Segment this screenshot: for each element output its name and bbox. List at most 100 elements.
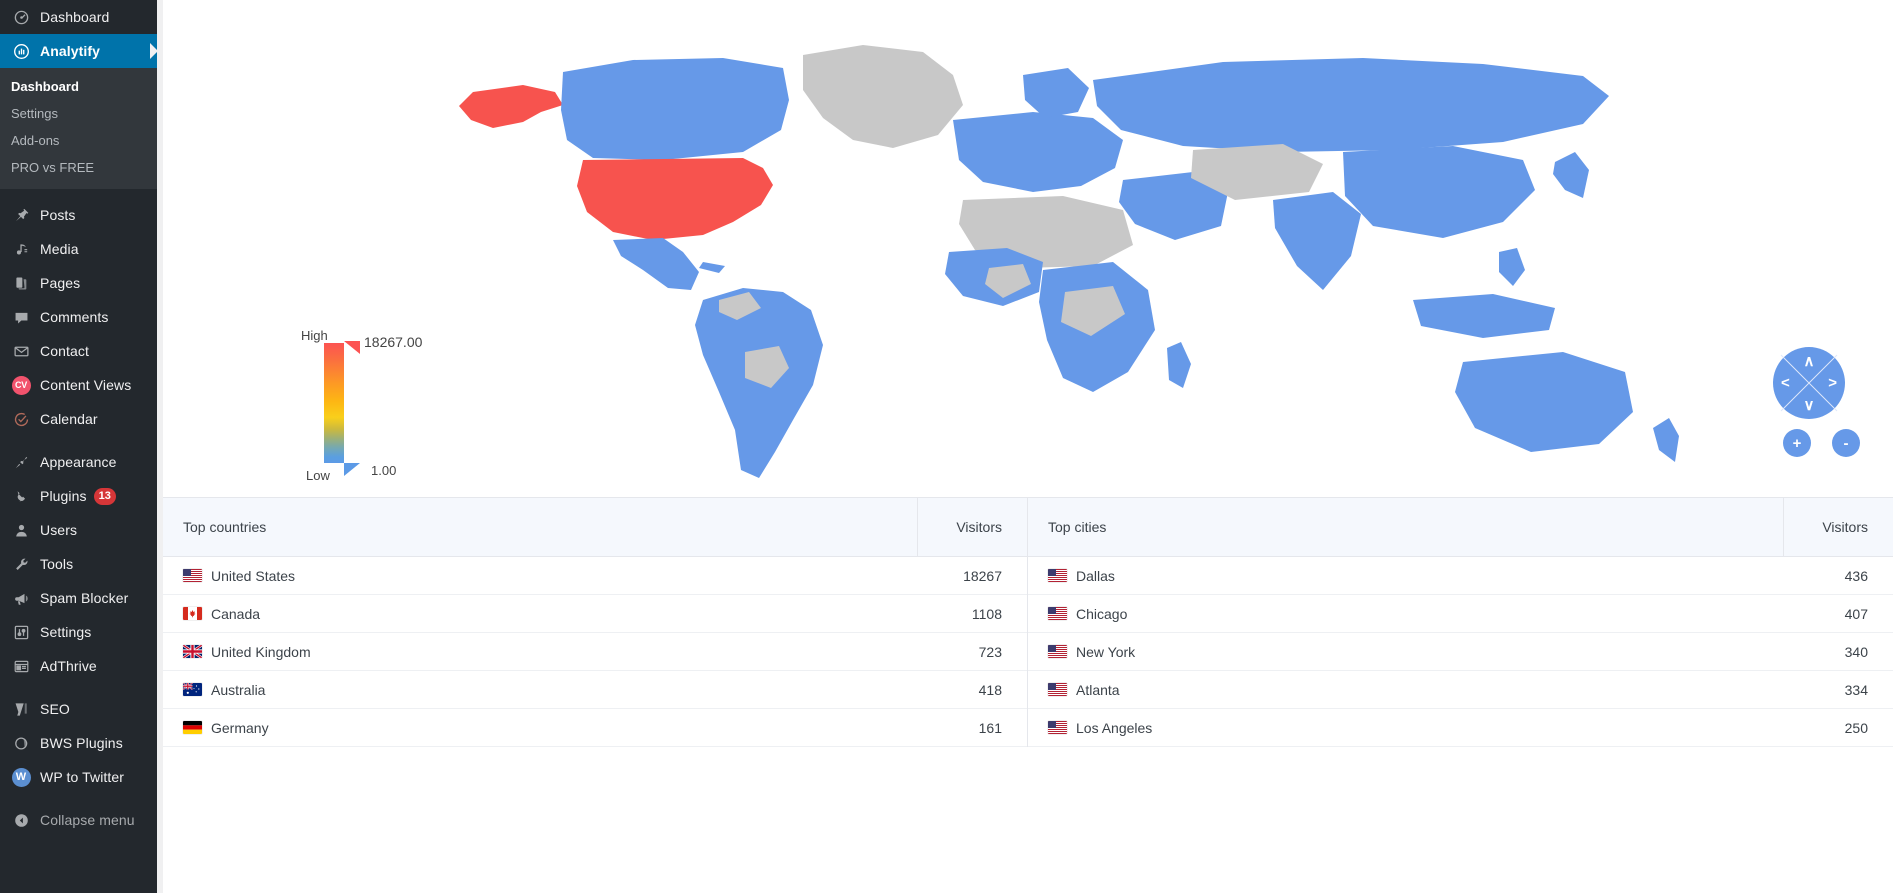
row-visitors-value: 1108 xyxy=(917,594,1027,633)
pages-icon xyxy=(11,273,31,293)
flag-icon-gb xyxy=(183,645,202,658)
submenu-item-add-ons[interactable]: Add-ons xyxy=(0,127,157,154)
sidebar-item-contact-label: Contact xyxy=(40,343,89,359)
row-visitors-value: 723 xyxy=(917,632,1027,671)
country-philippines xyxy=(1499,248,1525,286)
table-row[interactable]: Germany 161 xyxy=(163,708,1027,747)
plugins-update-badge: 13 xyxy=(93,487,116,505)
row-visitors-value: 18267 xyxy=(917,556,1027,595)
table-row[interactable]: Australia 418 xyxy=(163,670,1027,709)
row-visitors-value: 250 xyxy=(1783,708,1893,747)
sidebar-item-pages[interactable]: Pages xyxy=(0,266,157,300)
media-icon xyxy=(11,239,31,259)
sidebar-item-content-views-label: Content Views xyxy=(40,377,132,393)
table-row[interactable]: New York 340 xyxy=(1028,632,1893,671)
submenu-item-pro-vs-free[interactable]: PRO vs FREE xyxy=(0,154,157,181)
pan-down-button[interactable]: ∨ xyxy=(1804,398,1815,413)
sidebar-item-appearance-label: Appearance xyxy=(40,454,117,470)
legend-low-value: 1.00 xyxy=(371,463,397,478)
sidebar-item-dashboard-label: Dashboard xyxy=(40,9,110,25)
map-zoom-in-button[interactable]: + xyxy=(1783,429,1811,457)
country-greenland xyxy=(803,45,963,148)
map-countries xyxy=(459,45,1679,478)
sidebar-item-plugins[interactable]: Plugins 13 xyxy=(0,479,157,513)
admin-sidebar: Dashboard Analytify Dashboard Settings Add-o… xyxy=(0,0,157,893)
sidebar-item-appearance[interactable]: Appearance xyxy=(0,445,157,479)
country-india xyxy=(1273,192,1361,290)
sidebar-item-analytify[interactable]: Analytify xyxy=(0,34,157,68)
flag-icon-us xyxy=(1048,683,1067,696)
legend-high-value: 18267.00 xyxy=(364,334,423,350)
sidebar-item-pages-label: Pages xyxy=(40,275,81,291)
table-row[interactable]: Atlanta 334 xyxy=(1028,670,1893,709)
pan-right-button[interactable]: > xyxy=(1828,376,1837,391)
user-icon xyxy=(11,520,31,540)
row-label: New York xyxy=(1076,643,1136,660)
collapse-icon xyxy=(11,810,31,830)
map-pan-control[interactable]: ∧ ∨ < > xyxy=(1773,347,1845,419)
sidebar-item-seo[interactable]: SEO xyxy=(0,692,157,726)
top-countries-table: Top countries Visitors United States 1826… xyxy=(163,498,1028,747)
table-row[interactable]: Los Angeles 250 xyxy=(1028,708,1893,747)
row-label-cell: Germany xyxy=(163,708,917,747)
row-visitors-value: 340 xyxy=(1783,632,1893,671)
submenu-item-settings[interactable]: Settings xyxy=(0,100,157,127)
sidebar-item-dashboard[interactable]: Dashboard xyxy=(0,0,157,34)
flag-icon-us xyxy=(1048,607,1067,620)
adthrive-icon xyxy=(11,656,31,676)
sidebar-item-calendar[interactable]: Calendar xyxy=(0,402,157,436)
paintbrush-icon xyxy=(11,452,31,472)
analytify-icon xyxy=(11,41,31,61)
sidebar-item-media[interactable]: Media xyxy=(0,232,157,266)
row-label: Germany xyxy=(211,719,269,736)
row-label-cell: United Kingdom xyxy=(163,632,917,671)
row-label-cell: Dallas xyxy=(1028,556,1783,595)
wp-twitter-icon: W xyxy=(11,767,31,787)
country-australia xyxy=(1455,352,1633,452)
sidebar-item-posts[interactable]: Posts xyxy=(0,198,157,232)
sidebar-item-comments-label: Comments xyxy=(40,309,109,325)
sidebar-item-users-label: Users xyxy=(40,522,78,538)
comment-icon xyxy=(11,307,31,327)
table-row[interactable]: Canada 1108 xyxy=(163,594,1027,633)
plug-icon xyxy=(11,486,31,506)
sidebar-item-spam-blocker[interactable]: Spam Blocker xyxy=(0,581,157,615)
sidebar-item-tools[interactable]: Tools xyxy=(0,547,157,581)
table-row[interactable]: United States 18267 xyxy=(163,556,1027,595)
menu-separator xyxy=(0,683,157,692)
table-row[interactable]: United Kingdom 723 xyxy=(163,632,1027,671)
pan-up-button[interactable]: ∧ xyxy=(1804,354,1815,369)
sidebar-item-comments[interactable]: Comments xyxy=(0,300,157,334)
sidebar-item-settings[interactable]: Settings xyxy=(0,615,157,649)
sidebar-item-contact[interactable]: Contact xyxy=(0,334,157,368)
row-visitors-value: 334 xyxy=(1783,670,1893,709)
row-visitors-value: 161 xyxy=(917,708,1027,747)
submenu-item-dashboard[interactable]: Dashboard xyxy=(0,73,157,100)
analytify-submenu: Dashboard Settings Add-ons PRO vs FREE xyxy=(0,68,157,189)
country-japan xyxy=(1553,152,1589,198)
sidebar-item-adthrive[interactable]: AdThrive xyxy=(0,649,157,683)
sidebar-item-posts-label: Posts xyxy=(40,207,76,223)
country-russia xyxy=(1093,58,1609,152)
table-row[interactable]: Dallas 436 xyxy=(1028,556,1893,595)
sidebar-item-settings-label: Settings xyxy=(40,624,92,640)
pan-left-button[interactable]: < xyxy=(1781,376,1790,391)
sidebar-item-content-views[interactable]: CV Content Views xyxy=(0,368,157,402)
map-legend: High 18267.00 Low 1.00 xyxy=(301,328,444,488)
sidebar-item-wp-to-twitter[interactable]: W WP to Twitter xyxy=(0,760,157,794)
country-mexico xyxy=(613,238,699,290)
legend-low-label: Low xyxy=(306,468,330,483)
dashboard-icon xyxy=(11,7,31,27)
world-map[interactable]: High 18267.00 Low 1.00 ∧ ∨ < > + - xyxy=(163,0,1893,497)
sidebar-item-bws-plugins[interactable]: BWS Plugins xyxy=(0,726,157,760)
main-content: High 18267.00 Low 1.00 ∧ ∨ < > + - Top c… xyxy=(157,0,1893,893)
row-label-cell: New York xyxy=(1028,632,1783,671)
table-row[interactable]: Chicago 407 xyxy=(1028,594,1893,633)
sidebar-collapse-menu[interactable]: Collapse menu xyxy=(0,803,157,837)
flag-icon-us xyxy=(1048,645,1067,658)
row-label: Los Angeles xyxy=(1076,719,1153,736)
wordpress-admin: Dashboard Analytify Dashboard Settings Add-o… xyxy=(0,0,1893,893)
sidebar-item-users[interactable]: Users xyxy=(0,513,157,547)
row-label-cell: Atlanta xyxy=(1028,670,1783,709)
map-zoom-out-button[interactable]: - xyxy=(1832,429,1860,457)
